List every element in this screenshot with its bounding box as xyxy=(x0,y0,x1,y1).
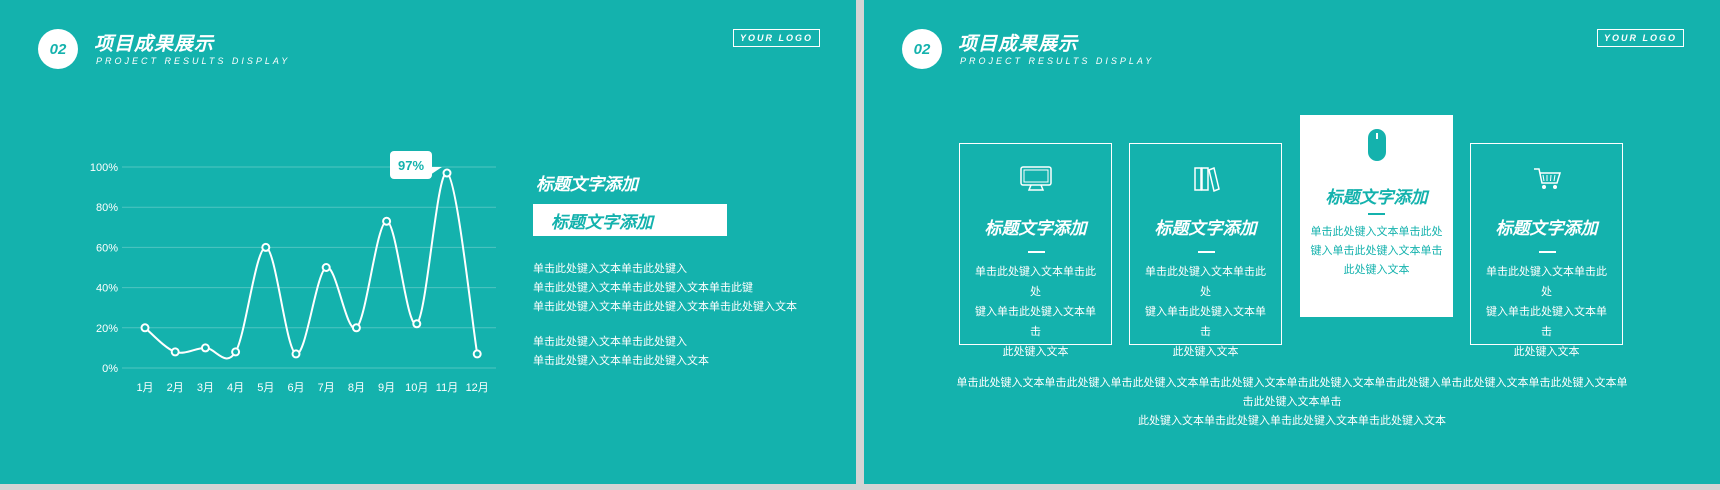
card-title: 标题文字添加 xyxy=(1495,219,1598,238)
card-text-line: 此处键入文本 xyxy=(1343,264,1410,276)
card-text-line: 单击此处键入文本单击此处 xyxy=(1145,266,1266,298)
page-subtitle: PROJECT RESULTS DISPLAY xyxy=(960,56,1155,66)
card-title: 标题文字添加 xyxy=(984,219,1087,238)
card-divider xyxy=(1198,251,1215,253)
card-text-line: 键入单击此处键入文本单击 xyxy=(975,306,1096,338)
card-text: 单击此处键入文本单击此处 键入单击此处键入文本单击 此处键入文本 xyxy=(970,262,1101,362)
x-tick-label: 12月 xyxy=(466,382,489,394)
card-text: 单击此处键入文本单击此处 键入单击此处键入文本单击 此处键入文本 xyxy=(1310,223,1443,280)
x-tick-label: 2月 xyxy=(167,382,184,394)
x-tick-label: 3月 xyxy=(197,382,214,394)
feature-card-4: 标题文字添加 单击此处键入文本单击此处 键入单击此处键入文本单击 此处键入文本 xyxy=(1470,143,1623,358)
data-point xyxy=(472,349,482,359)
card-divider xyxy=(1539,251,1556,253)
card-text-line: 此处键入文本 xyxy=(1172,346,1239,358)
x-tick-label: 10月 xyxy=(405,382,428,394)
paragraph-line: 单击此处键入文本单击此处键入文本单击此处键入文本 xyxy=(533,301,797,313)
heading-primary: 标题文字添加 xyxy=(536,175,638,194)
bottom-text-line: 此处键入文本单击此处键入单击此处键入文本单击此处键入文本 xyxy=(1138,415,1446,427)
card-text-line: 此处键入文本 xyxy=(1002,346,1069,358)
bottom-description: 单击此处键入文本单击此处键入单击此处键入文本单击此处键入文本单击此处键入文本单击… xyxy=(954,374,1630,431)
data-point xyxy=(412,319,422,329)
x-tick-label: 9月 xyxy=(378,382,395,394)
x-tick-label: 5月 xyxy=(257,382,274,394)
chart-callout: 97% xyxy=(390,151,442,179)
paragraph-line: 单击此处键入文本单击此处键入 xyxy=(533,263,687,275)
section-number-badge: 02 xyxy=(902,29,942,69)
y-tick-label: 20% xyxy=(96,323,118,335)
x-tick-label: 6月 xyxy=(287,382,304,394)
paragraph-line: 单击此处键入文本单击此处键入文本 xyxy=(533,355,709,367)
monitor-icon xyxy=(960,164,1111,194)
card-text: 单击此处键入文本单击此处 键入单击此处键入文本单击 此处键入文本 xyxy=(1481,262,1612,362)
data-point xyxy=(442,168,452,178)
data-point xyxy=(140,323,150,333)
feature-card-3-highlighted: 标题文字添加 单击此处键入文本单击此处 键入单击此处键入文本单击 此处键入文本 xyxy=(1300,115,1453,317)
card-text: 单击此处键入文本单击此处 键入单击此处键入文本单击 此处键入文本 xyxy=(1140,262,1271,362)
card-title: 标题文字添加 xyxy=(1154,219,1257,238)
data-point xyxy=(351,323,361,333)
data-point xyxy=(170,347,180,357)
x-tick-label: 1月 xyxy=(136,382,153,394)
card-text-line: 键入单击此处键入文本单击 xyxy=(1310,245,1443,257)
x-tick-label: 8月 xyxy=(348,382,365,394)
y-tick-label: 100% xyxy=(90,162,118,174)
x-tick-label: 4月 xyxy=(227,382,244,394)
card-text-line: 单击此处键入文本单击此处 xyxy=(1310,226,1443,238)
paragraph-2: 单击此处键入文本单击此处键入 单击此处键入文本单击此处键入文本 xyxy=(533,333,709,371)
card-divider xyxy=(1028,251,1045,253)
y-tick-label: 0% xyxy=(102,363,118,375)
x-tick-label: 11月 xyxy=(436,382,458,394)
line-chart: 0% 20% 40% 60% 80% 100% 1月 2月 3月 4月 5月 6月 7月 8月 9月 10月 1… xyxy=(90,162,496,394)
data-point xyxy=(382,216,392,226)
card-title: 标题文字添加 xyxy=(1325,188,1428,207)
bottom-text-line: 单击此处键入文本单击此处键入单击此处键入文本单击此处键入文本单击此处键入文本单击… xyxy=(956,377,1628,408)
slide-left: 02 项目成果展示 PROJECT RESULTS DISPLAY YOUR L… xyxy=(0,0,856,484)
shopping-cart-icon xyxy=(1471,164,1622,194)
data-point xyxy=(200,343,210,353)
feature-card-1: 标题文字添加 单击此处键入文本单击此处 键入单击此处键入文本单击 此处键入文本 xyxy=(959,143,1112,358)
feature-card-2: 标题文字添加 单击此处键入文本单击此处 键入单击此处键入文本单击 此处键入文本 xyxy=(1129,143,1282,358)
data-point xyxy=(321,263,331,272)
paragraph-line: 单击此处键入文本单击此处键入文本单击此键 xyxy=(533,282,753,294)
paragraph-line: 单击此处键入文本单击此处键入 xyxy=(533,336,687,348)
data-point xyxy=(231,347,241,357)
card-divider xyxy=(1368,213,1385,215)
paragraph-1: 单击此处键入文本单击此处键入 单击此处键入文本单击此处键入文本单击此键 单击此处… xyxy=(533,260,797,317)
page-title: 项目成果展示 xyxy=(958,34,1079,55)
mouse-icon xyxy=(1300,129,1453,161)
card-text-line: 单击此处键入文本单击此处 xyxy=(975,266,1096,298)
heading-secondary: 标题文字添加 xyxy=(551,213,653,232)
slide-right: 02 项目成果展示 PROJECT RESULTS DISPLAY YOUR L… xyxy=(864,0,1720,484)
card-text-line: 单击此处键入文本单击此处 xyxy=(1486,266,1607,298)
card-text-line: 键入单击此处键入文本单击 xyxy=(1486,306,1607,338)
data-point xyxy=(291,349,301,359)
books-icon xyxy=(1130,164,1281,194)
series-line xyxy=(144,172,479,360)
y-tick-label: 60% xyxy=(96,242,118,254)
logo-placeholder: YOUR LOGO xyxy=(1596,29,1684,47)
data-point xyxy=(261,242,271,252)
x-tick-label: 7月 xyxy=(318,382,335,394)
card-text-line: 此处键入文本 xyxy=(1513,346,1580,358)
y-tick-label: 40% xyxy=(96,283,118,295)
y-tick-label: 80% xyxy=(96,202,118,214)
card-text-line: 键入单击此处键入文本单击 xyxy=(1145,306,1266,338)
